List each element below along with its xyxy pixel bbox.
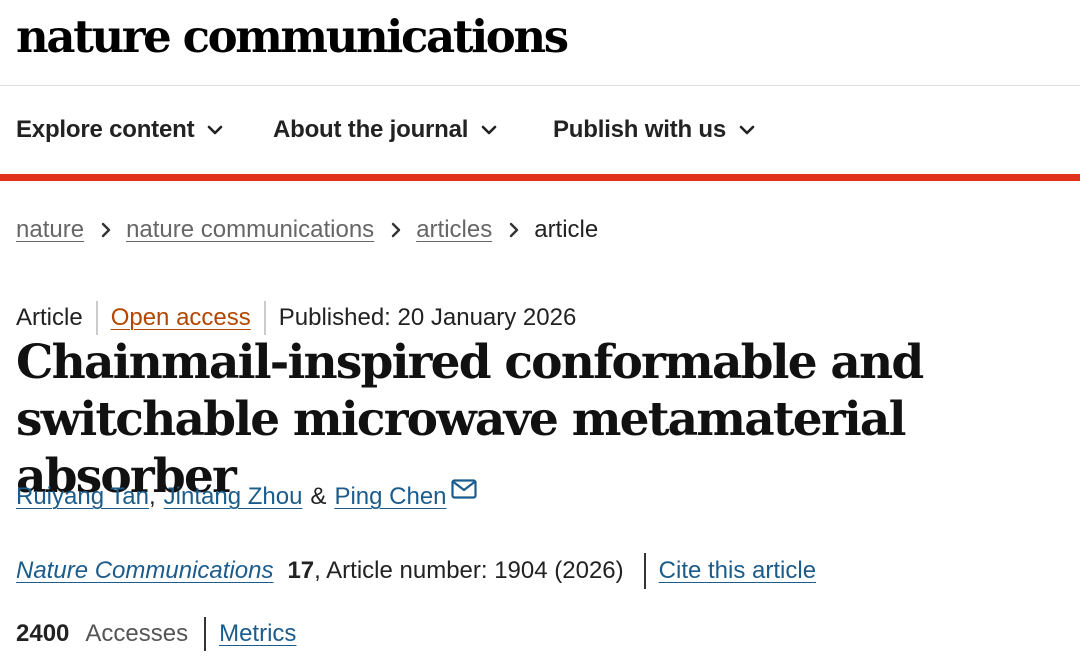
chevron-down-icon (481, 125, 497, 135)
accesses-count: 2400 (16, 620, 70, 647)
author-separator: , (148, 483, 156, 510)
cite-this-article-link[interactable]: Cite this article (659, 557, 816, 585)
site-header: nature communications (0, 0, 1080, 86)
chevron-right-icon (510, 222, 519, 238)
divider (263, 301, 266, 335)
nav-publish-with-us-label: Publish with us (553, 116, 727, 143)
divider (95, 301, 98, 335)
open-access-link[interactable]: Open access (111, 304, 251, 332)
chevron-down-icon (739, 125, 755, 135)
chevron-right-icon (101, 222, 111, 238)
journal-link[interactable]: Nature Communications (16, 557, 273, 585)
breadcrumb-nature-communications[interactable]: nature communications (126, 216, 374, 244)
author-separator: & (310, 483, 327, 510)
published-date: Published: 20 January 2026 (278, 304, 577, 331)
envelope-icon[interactable] (450, 479, 477, 499)
author-link[interactable]: Jintang Zhou (164, 483, 303, 511)
nav-explore-content[interactable]: Explore content (16, 116, 224, 144)
author-link[interactable]: Ping Chen (334, 483, 446, 511)
article-meta: Article Open access Published: 20 Januar… (16, 301, 576, 335)
article-metrics: 2400 Accesses Metrics (16, 617, 296, 651)
breadcrumb-nature[interactable]: nature (16, 216, 84, 244)
nav-publish-with-us[interactable]: Publish with us (553, 116, 756, 144)
accent-bar (0, 174, 1080, 181)
nav-about-journal[interactable]: About the journal (273, 116, 498, 144)
nav-explore-content-label: Explore content (16, 116, 195, 143)
author-list: Ruiyang Tan , Jintang Zhou & Ping Chen (16, 479, 477, 511)
article-title: Chainmail-inspired conformable and switc… (16, 335, 924, 504)
main-nav: Explore content About the journal Publis… (0, 86, 1080, 174)
site-logo[interactable]: nature communications (16, 10, 569, 63)
metrics-link[interactable]: Metrics (219, 620, 296, 648)
divider (204, 617, 207, 651)
citation-line: Nature Communications 17 , Article numbe… (16, 553, 816, 589)
divider (643, 553, 646, 589)
volume-number: 17 (287, 557, 315, 584)
accesses-label: Accesses (85, 620, 189, 647)
breadcrumb: nature nature communications articles ar… (16, 216, 598, 244)
article-number: , Article number: 1904 (2026) (314, 557, 624, 584)
article-type: Article (16, 304, 83, 331)
chevron-down-icon (208, 125, 223, 135)
author-link[interactable]: Ruiyang Tan (16, 483, 149, 511)
nav-about-journal-label: About the journal (273, 116, 469, 143)
chevron-right-icon (391, 222, 401, 238)
breadcrumb-current: article (534, 216, 599, 243)
breadcrumb-articles[interactable]: articles (416, 216, 492, 244)
